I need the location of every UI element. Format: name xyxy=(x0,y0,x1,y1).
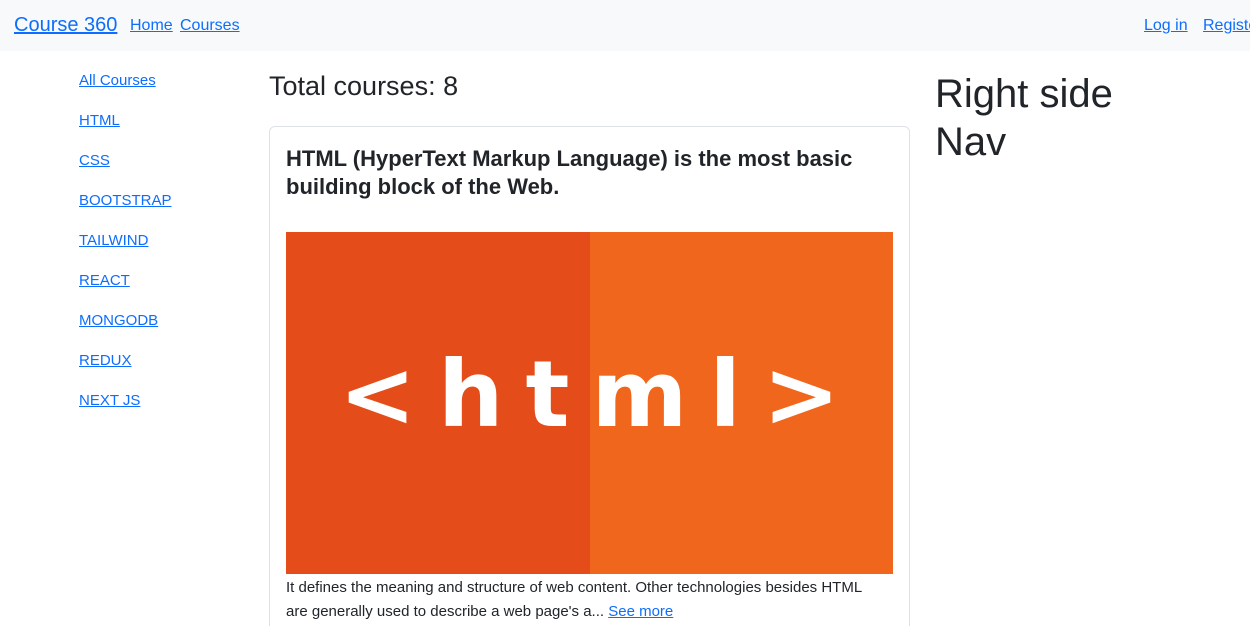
sidebar-item-tailwind[interactable]: TAILWIND xyxy=(79,232,148,250)
image-html-tag-text: <html> xyxy=(338,341,863,448)
course-card-image: <html> xyxy=(286,232,893,574)
right-side-nav-heading: Right side Nav xyxy=(935,70,1235,166)
right-nav-line-2: Nav xyxy=(935,120,1007,164)
login-link[interactable]: Log in xyxy=(1144,16,1188,35)
sidebar-item-css[interactable]: CSS xyxy=(79,152,110,170)
nav-link-home[interactable]: Home xyxy=(130,16,173,35)
sidebar-item-react[interactable]: REACT xyxy=(79,272,130,290)
brand-link[interactable]: Course 360 xyxy=(14,13,117,37)
right-nav-line-1: Right side xyxy=(935,72,1113,116)
course-card-title: HTML (HyperText Markup Language) is the … xyxy=(286,146,853,199)
register-link[interactable]: Registe xyxy=(1203,16,1250,35)
total-courses-heading: Total courses: 8 xyxy=(269,71,459,101)
sidebar-item-mongodb[interactable]: MONGODB xyxy=(79,312,158,330)
sidebar-item-html[interactable]: HTML xyxy=(79,112,120,130)
see-more-link[interactable]: See more xyxy=(608,603,673,620)
sidebar-item-next-js[interactable]: NEXT JS xyxy=(79,392,140,410)
course-card: HTML (HyperText Markup Language) is the … xyxy=(269,126,910,626)
course-card-description: It defines the meaning and structure of … xyxy=(286,576,886,624)
sidebar-item-all-courses[interactable]: All Courses xyxy=(79,72,156,90)
nav-link-courses[interactable]: Courses xyxy=(180,16,240,35)
top-navbar: Course 360 Home Courses Log in Registe xyxy=(0,0,1250,51)
sidebar-item-redux[interactable]: REDUX xyxy=(79,352,132,370)
course-description-text: It defines the meaning and structure of … xyxy=(286,579,862,620)
sidebar-item-bootstrap[interactable]: BOOTSTRAP xyxy=(79,192,172,210)
